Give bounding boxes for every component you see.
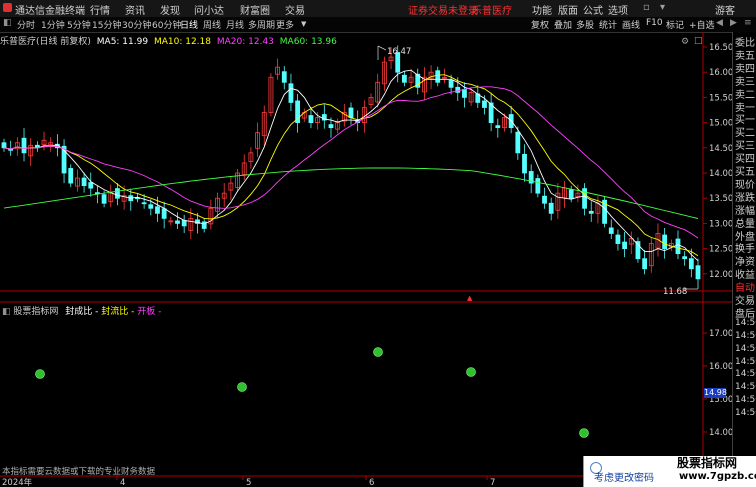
quote-row-label: 14:50: [735, 382, 756, 393]
price-tick-label: 14.50: [709, 144, 732, 154]
candle-body: [448, 79, 454, 88]
quote-row-label: 14:50: [735, 356, 756, 367]
price-tick-label: 15.50: [709, 93, 732, 103]
list-icon[interactable]: ≡: [744, 18, 752, 28]
candle-body: [622, 241, 627, 250]
sub-tick-label: 16.00: [709, 362, 732, 372]
candles: [1, 45, 701, 289]
candle-body: [548, 202, 554, 214]
event-marker-icon: ▲: [467, 294, 473, 302]
month-label: 4: [120, 478, 125, 487]
sub-chart-title-line: ◧ 股票指标网 封成比 - 封流比 - 开板 -: [2, 307, 162, 317]
price-tick-label: 12.50: [709, 245, 732, 255]
candle-body: [1, 142, 7, 149]
candle-body: [288, 83, 294, 103]
indicator-dot: [35, 369, 45, 379]
month-label: 5: [246, 478, 251, 487]
candle-body: [161, 208, 167, 219]
year-label: 2024年: [2, 477, 33, 487]
candle-body: [682, 256, 688, 260]
candle-body: [141, 202, 147, 205]
candle-body: [535, 178, 541, 194]
candle-body: [348, 107, 354, 118]
quote-panel: 委比 卖五 卖四 卖三 卖二 卖一 买一 买二 买三 买四 买五 现价 涨跌 涨幅 总量 外盘 换手 净资 收益 自动…: [732, 32, 756, 487]
indicator-dot: [237, 382, 247, 392]
candle-body: [688, 258, 694, 270]
sub-axis: 17.0016.0015.0014.00: [703, 329, 732, 438]
candle-body: [21, 137, 27, 154]
indicator-dot: [373, 347, 383, 357]
kline-chart[interactable]: 16.50 16.00 15.50 15.00 14.50 14.00 13.50 13.00…: [0, 0, 732, 487]
candle-body: [662, 234, 668, 250]
watermark-title: 股票指标网: [677, 456, 738, 470]
indicator-fengliubi: 封流比: [101, 307, 129, 317]
sub-tick-label: 17.00: [709, 329, 732, 339]
candle-body: [181, 219, 187, 227]
ma-lines: [3, 69, 699, 262]
quote-row-label: 14:50: [735, 317, 756, 328]
candle-body: [608, 227, 614, 234]
candle-body: [695, 265, 701, 280]
candle-body: [615, 234, 621, 244]
ma5-line: [3, 69, 699, 262]
candle-body: [462, 88, 467, 98]
candle-body: [101, 194, 107, 204]
candle-body: [568, 189, 574, 199]
candle-body: [328, 124, 334, 129]
site-watermark: 考虑更改密码 股票指标网 www.7gpzb.com: [583, 456, 756, 487]
sub-tick-label: 14.00: [709, 428, 732, 438]
price-tick-label: 13.50: [709, 194, 732, 204]
indicator-dot: [579, 428, 589, 438]
price-tick-label: 15.00: [709, 119, 732, 129]
indicator-footnote: 本指标需要云数据或下载的专业财务数据: [2, 467, 156, 477]
candle-body: [542, 195, 547, 204]
sub-toggle-icon[interactable]: ◧: [2, 307, 11, 317]
candle-body: [588, 210, 594, 214]
candle-body: [68, 168, 74, 184]
quote-row-label: 14:50: [735, 343, 756, 354]
candle-body: [515, 131, 521, 154]
date-axis: 2024年 4 5 6 7: [2, 476, 495, 487]
current-value-badge: 14.98: [704, 388, 727, 398]
candle-body: [482, 100, 487, 108]
price-tick-label: 16.50: [709, 43, 732, 53]
month-label: 7: [490, 478, 495, 487]
candle-body: [281, 71, 287, 83]
candle-body: [455, 86, 461, 93]
low-price-label: 11.68: [663, 287, 687, 297]
indicator-dot: [466, 367, 476, 377]
month-label: 6: [369, 478, 374, 487]
candle-body: [401, 74, 407, 83]
high-price-label: 16.47: [387, 47, 411, 57]
quote-row-label: 14:50: [735, 395, 756, 406]
candle-body: [88, 182, 94, 189]
candle-body: [95, 192, 100, 195]
quote-row-label: 14:50: [735, 330, 756, 341]
candle-body: [642, 258, 648, 270]
quote-row-label: 14:50: [735, 369, 756, 380]
price-tick-label: 14.00: [709, 169, 732, 179]
candle-body: [81, 177, 87, 186]
indicator-kaiban: 开板: [137, 307, 156, 317]
candle-body: [522, 153, 527, 174]
indicator-fengchengbi: 封成比: [65, 307, 93, 317]
price-tick-label: 16.00: [709, 68, 732, 78]
ma60-line: [3, 167, 699, 219]
watermark-notice: 考虑更改密码: [594, 473, 654, 484]
candle-body: [175, 220, 180, 224]
indicator-markers: [35, 347, 589, 438]
candle-body: [115, 188, 120, 199]
indicator-name: 股票指标网: [13, 307, 59, 317]
price-tick-label: 12.00: [709, 270, 732, 280]
candle-body: [495, 125, 501, 129]
watermark-url: www.7gpzb.com: [679, 471, 756, 482]
price-axis: 16.50 16.00 15.50 15.00 14.50 14.00 13.50 13.00…: [703, 43, 732, 280]
quote-row-label: 14:50: [735, 408, 756, 419]
candle-body: [155, 206, 160, 214]
price-tick-label: 13.00: [709, 219, 732, 229]
candle-body: [435, 70, 441, 83]
candle-body: [675, 238, 681, 255]
candle-body: [308, 115, 314, 123]
candle-body: [148, 204, 154, 209]
